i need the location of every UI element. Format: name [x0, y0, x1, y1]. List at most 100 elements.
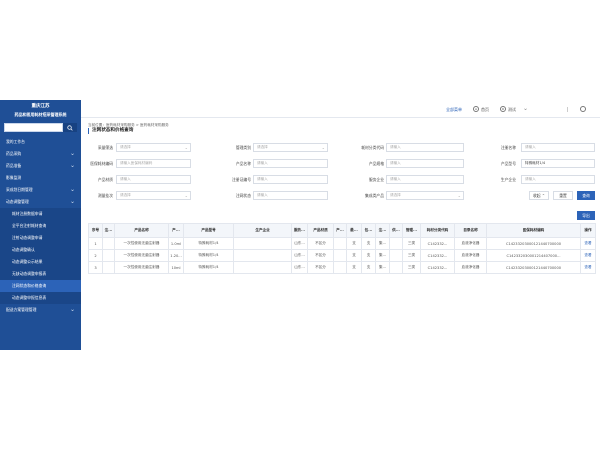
filter-input[interactable]: 请输入	[386, 143, 464, 152]
table-cell: 一次性使用无菌注射器	[114, 237, 169, 250]
column-header[interactable]: 目录名称	[454, 223, 487, 238]
all-menu-link[interactable]: 全部菜单	[446, 107, 462, 113]
filter-input[interactable]: 请输入	[116, 175, 191, 184]
column-header[interactable]: 包...	[361, 223, 376, 238]
table-cell: 三类	[402, 249, 421, 262]
sidebar-item[interactable]: 药品准备 ⌄	[0, 160, 81, 172]
sidebar-item[interactable]: 影像监测	[0, 172, 81, 184]
filter-input[interactable]: 请输入	[386, 159, 464, 168]
filter-placeholder: 请输入	[390, 145, 401, 149]
sidebar-item[interactable]: 动态调整公示结果	[0, 256, 81, 268]
chevron-down-icon: ⌄	[321, 145, 325, 150]
filter-label: 注册名称	[500, 145, 516, 150]
table-cell: 山东...	[291, 249, 308, 262]
export-button[interactable]: 导出	[577, 211, 595, 220]
table-cell: 一次性使用无菌注射器	[114, 261, 169, 274]
column-header[interactable]: 产品名称	[114, 223, 169, 238]
column-header[interactable]: 产品型号	[183, 223, 234, 238]
table-cell: 支	[346, 261, 362, 274]
table-cell: C142332...	[420, 249, 455, 262]
sidebar-item[interactable]: 动态调整确认	[0, 244, 81, 256]
page-title: 注网状态和价格查询	[88, 128, 133, 134]
column-header[interactable]: 耗材分类代码	[420, 223, 455, 238]
user-name[interactable]: 测试	[508, 107, 516, 113]
table-cell: 1	[88, 237, 103, 250]
home-icon: A	[473, 106, 479, 112]
filter-input[interactable]: 请输入医保耗材编码	[116, 159, 191, 168]
sidebar-search-input[interactable]	[4, 123, 63, 132]
sidebar-search-button[interactable]	[63, 123, 77, 132]
app-stage: 重庆江苏 药品和医用耗材招采管理系统 我的工作台 药品采购 ⌄ 药品准备 ⌄ 影像监测 采成…	[0, 100, 600, 350]
column-header[interactable]: 操作	[580, 223, 596, 238]
table-cell: 1.20...	[168, 249, 184, 262]
brand-line-2: 药品和医用耗材招采管理系统	[14, 112, 67, 117]
filter-input[interactable]: 请输入	[521, 143, 595, 152]
chevron-down-icon[interactable]: ⌄	[523, 105, 528, 112]
filter-input[interactable]: 请输入	[253, 191, 328, 200]
filter-placeholder: 请输入	[525, 145, 536, 149]
home-link[interactable]: 首页	[481, 107, 489, 113]
filter-select[interactable]: 请选择 ⌄	[386, 191, 464, 200]
reset-button[interactable]: 重置	[553, 191, 573, 200]
filter-input[interactable]: 请输入	[521, 175, 595, 184]
table-cell: 支	[346, 249, 362, 262]
sidebar-item[interactable]: 注网状态和价格查询	[0, 280, 81, 292]
view-link[interactable]: 查看	[580, 249, 596, 262]
view-link[interactable]: 查看	[580, 237, 596, 250]
settings-icon[interactable]	[580, 106, 586, 112]
filter-label: 集成类产品	[365, 193, 384, 198]
filter-input[interactable]: 请输入	[253, 175, 328, 184]
filter-input[interactable]: 特殊耗材1/4	[521, 159, 595, 168]
chevron-down-icon: ⌄	[457, 193, 461, 198]
filter-placeholder: 请输入	[525, 177, 536, 181]
collapse-label: 收起	[533, 193, 541, 198]
table-cell: C142332...	[420, 237, 455, 250]
sidebar-item[interactable]: 全平台注射耗材查询	[0, 220, 81, 232]
filter-input[interactable]: 请输入	[386, 175, 464, 184]
sidebar-item[interactable]: 药品采购 ⌄	[0, 148, 81, 160]
table-cell: 集...	[375, 237, 390, 250]
sidebar-item[interactable]: 注射动态调整申请	[0, 232, 81, 244]
column-header[interactable]: 产品材质	[307, 223, 334, 238]
column-header[interactable]: 注...	[102, 223, 115, 238]
sidebar-item[interactable]: 动态调整申报信息表	[0, 292, 81, 304]
collapse-button[interactable]: 收起 ⌃	[529, 191, 549, 200]
column-header[interactable]: 产...	[333, 223, 347, 238]
column-header[interactable]: 服药...	[291, 223, 308, 238]
view-link[interactable]: 查看	[580, 261, 596, 274]
sidebar-item-label: 采成划日期管理	[6, 187, 33, 192]
column-header[interactable]: 最...	[346, 223, 362, 238]
sidebar-item[interactable]: 动态调整管理 ⌄	[0, 196, 81, 208]
column-header[interactable]: 注...	[375, 223, 390, 238]
chevron-down-icon: ⌄	[69, 306, 75, 313]
sidebar-item[interactable]: 配送方案管理管理 ⌄	[0, 304, 81, 316]
sidebar-item[interactable]: 无缺动态调整申报表	[0, 268, 81, 280]
sidebar-nav: 我的工作台 药品采购 ⌄ 药品准备 ⌄ 影像监测 采成划日期管理 ⌄ 动态调整管理 ⌄ 耗材注册数据…	[0, 136, 81, 316]
table-cell: 集...	[375, 261, 390, 274]
filter-select[interactable]: 请选择 ⌄	[253, 143, 328, 152]
sidebar-item-label: 无缺动态调整申报表	[12, 271, 47, 276]
table-cell: 山东...	[291, 261, 308, 274]
column-header[interactable]: 产...	[168, 223, 184, 238]
filter-input[interactable]: 请输入	[253, 159, 328, 168]
column-header[interactable]: 生产企业	[233, 223, 292, 238]
query-button[interactable]: 查询	[577, 191, 595, 200]
chevron-down-icon: ⌄	[69, 198, 75, 205]
table-cell: 10ml	[168, 261, 184, 274]
table-cell	[333, 237, 347, 250]
table-cell: 3	[88, 261, 103, 274]
chevron-down-icon: ⌄	[69, 150, 75, 157]
sidebar-item[interactable]: 我的工作台	[0, 136, 81, 148]
column-header[interactable]: 管理...	[402, 223, 421, 238]
filter-label: 服务企业	[368, 177, 384, 182]
table-row: 1 一次性使用无菌注射器 1.0ml 特殊耗材1/4 山东... 不区分支支集... 三类 C…	[88, 237, 596, 250]
filter-select[interactable]: 请选择 ⌄	[116, 191, 191, 200]
table-cell: 血液净化器	[454, 237, 487, 250]
sidebar-item[interactable]: 耗材注册数据申请	[0, 208, 81, 220]
column-header[interactable]: 医保耗材编码	[486, 223, 581, 238]
filter-select[interactable]: 请选择 ⌄	[116, 143, 191, 152]
column-header[interactable]: 供...	[389, 223, 403, 238]
sidebar-item[interactable]: 采成划日期管理 ⌄	[0, 184, 81, 196]
column-header[interactable]: 序号	[88, 223, 103, 238]
table-header: 序号 注... 产品名称 产... 产品型号 生产企业 服药... 产品材质 产... 最... 包…	[88, 223, 596, 238]
